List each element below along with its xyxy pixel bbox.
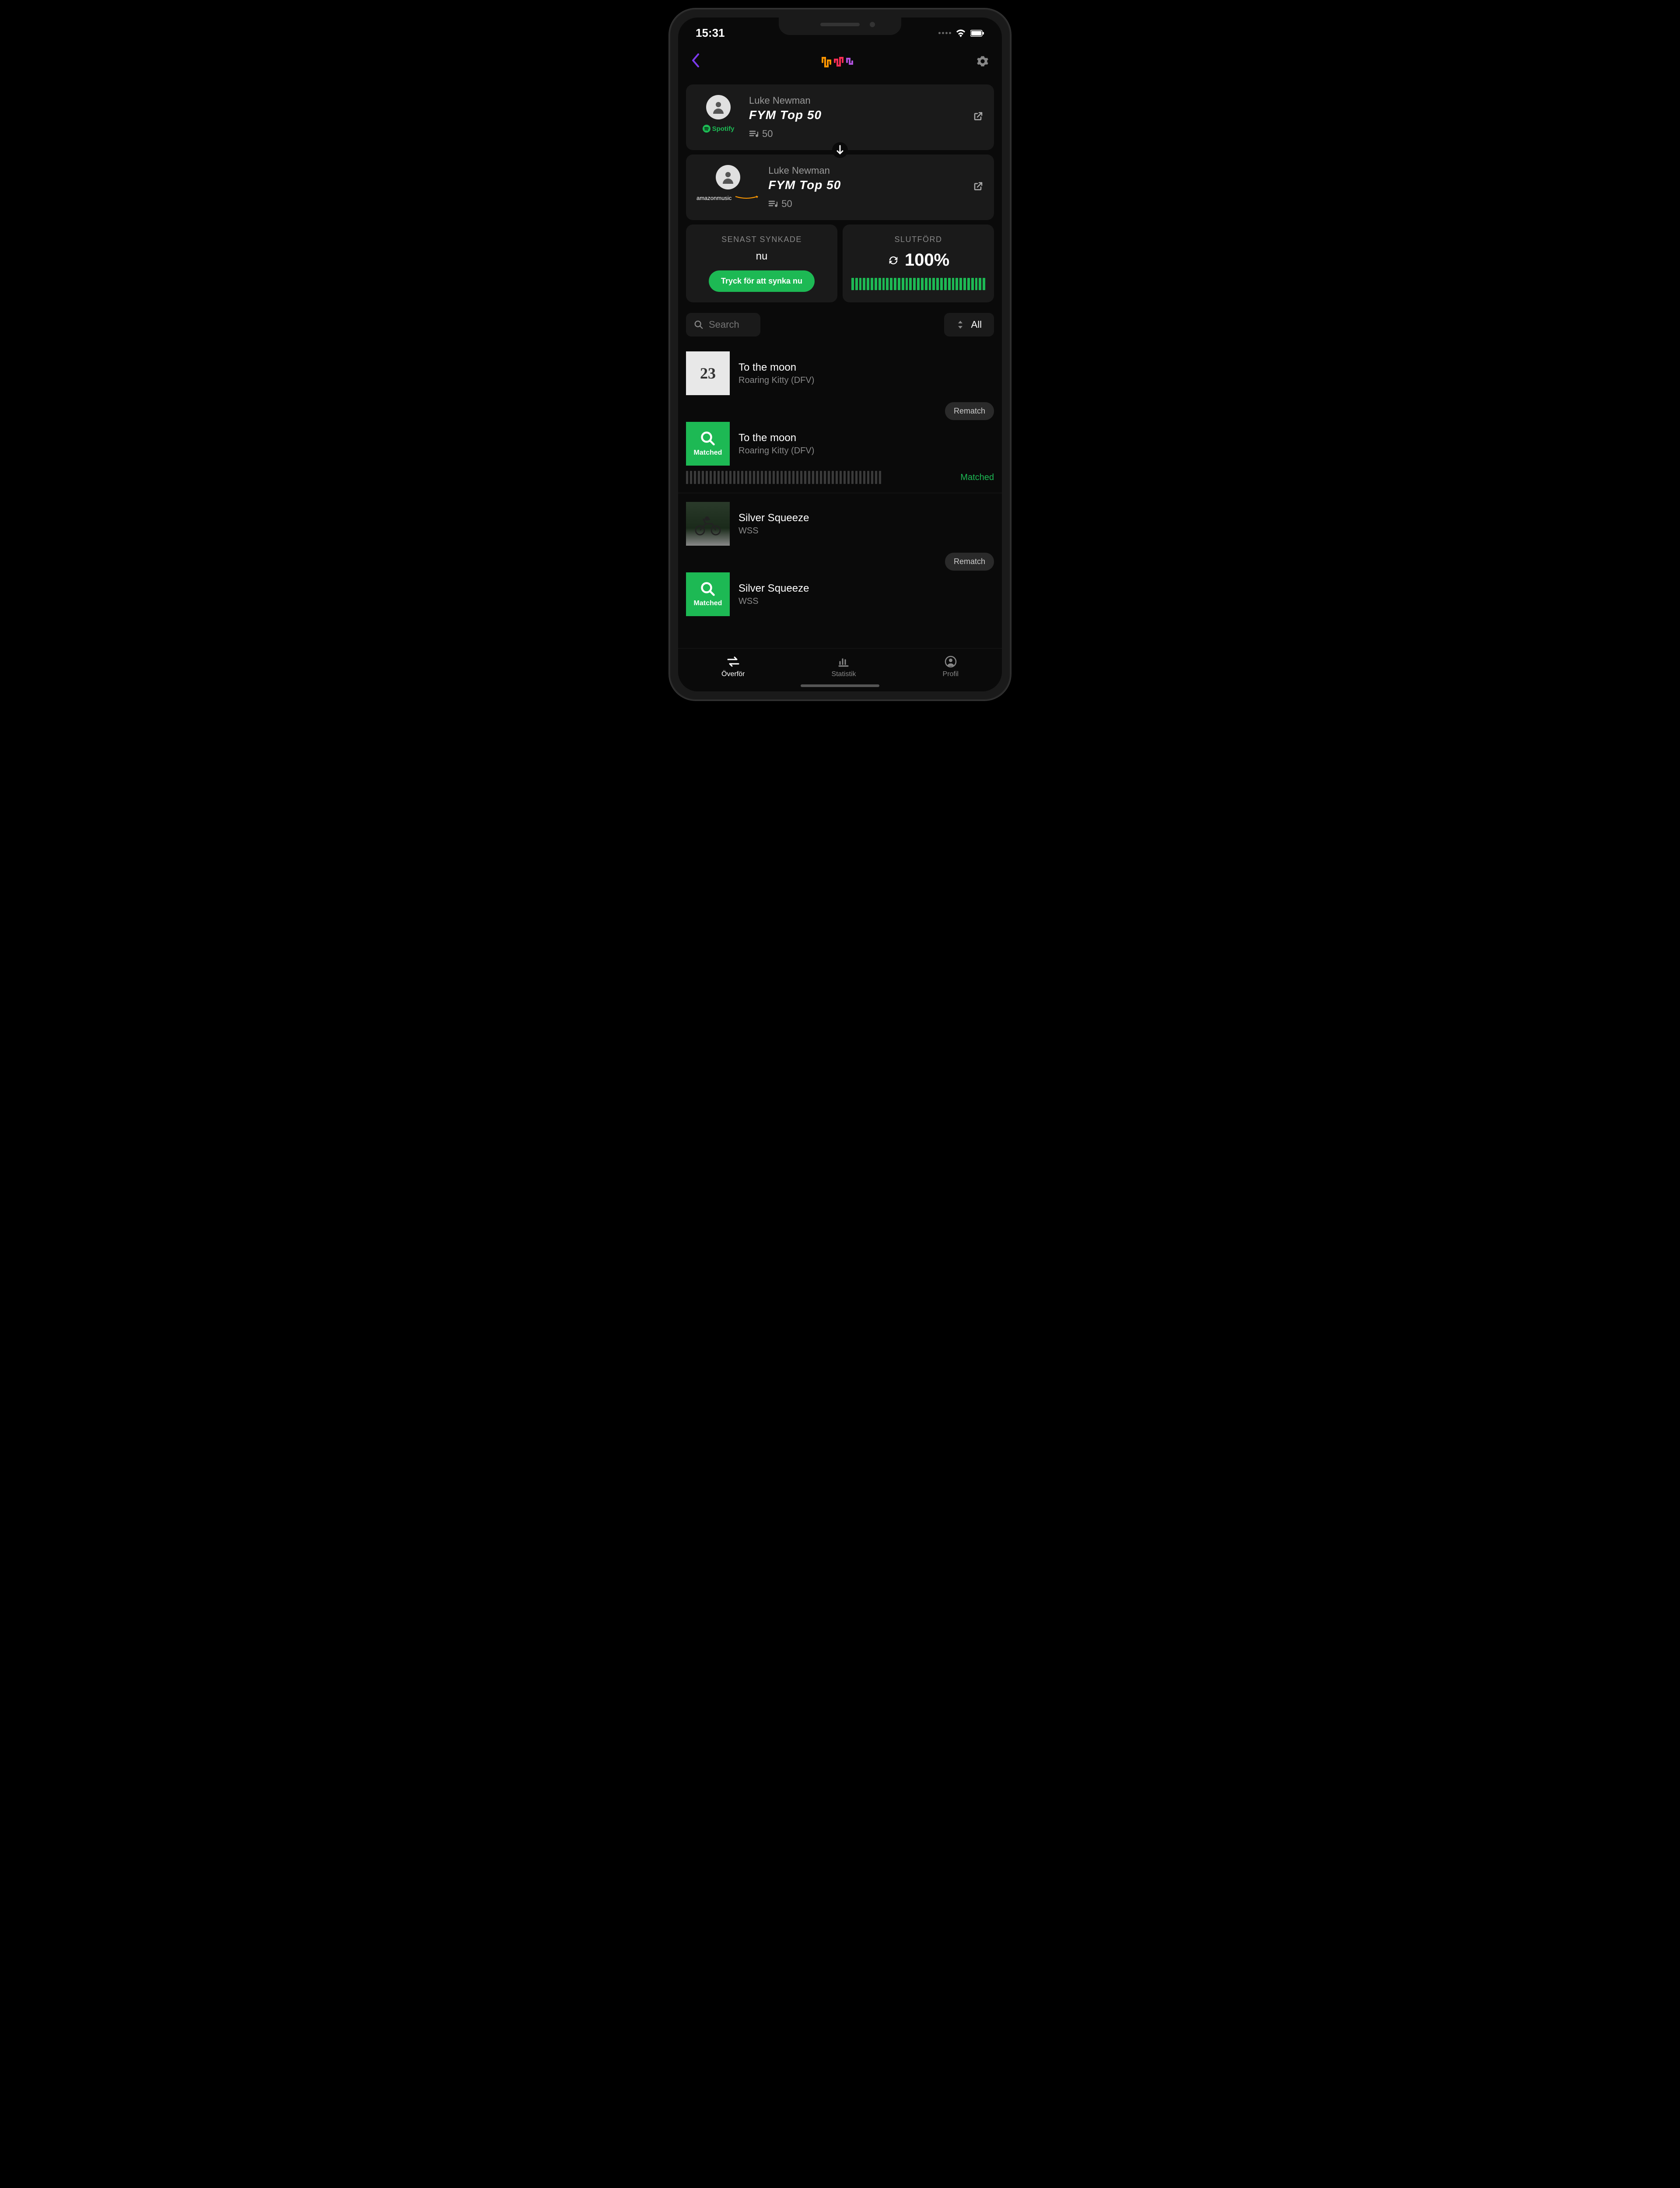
track-title: To the moon bbox=[738, 361, 994, 374]
screen: 15:31 bbox=[678, 18, 1002, 691]
sync-now-button[interactable]: Tryck för att synka nu bbox=[709, 270, 815, 292]
playlist-title: FYM Top 50 bbox=[768, 178, 984, 192]
playlist-count: 50 bbox=[768, 198, 984, 210]
matched-label: Matched bbox=[694, 600, 722, 607]
phone-frame: 15:31 bbox=[669, 9, 1011, 700]
nav-label: Profil bbox=[943, 670, 959, 678]
track-artist: Roaring Kitty (DFV) bbox=[738, 446, 994, 456]
spotify-label: Spotify bbox=[712, 125, 735, 133]
track-row: Silver Squeeze WSS bbox=[686, 502, 994, 546]
rematch-button[interactable]: Rematch bbox=[945, 402, 994, 420]
sort-icon bbox=[956, 320, 964, 330]
album-art bbox=[686, 502, 730, 546]
completion-label: SLUTFÖRD bbox=[851, 235, 985, 244]
waveform-row: Matched bbox=[686, 471, 994, 484]
search-icon bbox=[700, 581, 716, 597]
nav-statistics[interactable]: Statistik bbox=[831, 656, 856, 678]
tracklist-icon bbox=[749, 130, 759, 138]
refresh-icon bbox=[887, 254, 900, 266]
battery-icon bbox=[970, 30, 984, 37]
filter-value: All bbox=[971, 319, 982, 330]
waveform bbox=[686, 471, 952, 484]
track-artist: WSS bbox=[738, 526, 994, 536]
album-art: 23 bbox=[686, 351, 730, 395]
track-row: Matched Silver Squeeze WSS bbox=[686, 572, 994, 616]
search-icon bbox=[700, 431, 716, 446]
track-title: Silver Squeeze bbox=[738, 582, 994, 595]
status-right bbox=[938, 29, 984, 37]
nav-profile[interactable]: Profil bbox=[943, 656, 959, 678]
external-link-button[interactable] bbox=[973, 111, 984, 124]
back-button[interactable] bbox=[691, 53, 700, 71]
track-row: 23 To the moon Roaring Kitty (DFV) bbox=[686, 351, 994, 395]
transfer-icon bbox=[726, 656, 740, 668]
amazon-music-badge: amazonmusic bbox=[696, 195, 760, 201]
rematch-button[interactable]: Rematch bbox=[945, 553, 994, 571]
nav-label: Överför bbox=[721, 670, 745, 678]
playlist-title: FYM Top 50 bbox=[749, 108, 984, 122]
stats-row: SENAST SYNKADE nu Tryck för att synka nu… bbox=[686, 224, 994, 302]
search-filter-row: All bbox=[678, 307, 1002, 343]
profile-icon bbox=[945, 656, 957, 668]
last-synced-card: SENAST SYNKADE nu Tryck för att synka nu bbox=[686, 224, 837, 302]
track-item: 23 To the moon Roaring Kitty (DFV) Remat… bbox=[678, 343, 1002, 493]
notch bbox=[779, 18, 901, 35]
status-time: 15:31 bbox=[696, 26, 725, 40]
avatar bbox=[716, 165, 740, 189]
search-icon bbox=[694, 320, 704, 330]
spotify-badge: Spotify bbox=[703, 125, 735, 133]
completion-value: 100% bbox=[851, 250, 985, 270]
last-synced-value: nu bbox=[695, 250, 829, 263]
search-input[interactable] bbox=[709, 319, 752, 330]
track-artist: WSS bbox=[738, 596, 994, 607]
settings-button[interactable] bbox=[976, 55, 989, 70]
wifi-icon bbox=[956, 29, 966, 37]
filter-dropdown[interactable]: All bbox=[944, 313, 994, 337]
track-title: To the moon bbox=[738, 432, 994, 444]
matched-art: Matched bbox=[686, 572, 730, 616]
avatar bbox=[706, 95, 731, 119]
playlist-count: 50 bbox=[749, 128, 984, 140]
matched-art: Matched bbox=[686, 422, 730, 466]
track-title: Silver Squeeze bbox=[738, 512, 994, 524]
source-playlist-card: Spotify Luke Newman FYM Top 50 50 bbox=[686, 84, 994, 150]
signal-dots-icon bbox=[938, 32, 951, 34]
last-synced-label: SENAST SYNKADE bbox=[695, 235, 829, 244]
tracklist-icon bbox=[768, 200, 778, 208]
completion-card: SLUTFÖRD 100% bbox=[843, 224, 994, 302]
progress-bar bbox=[851, 278, 985, 290]
home-indicator[interactable] bbox=[801, 684, 879, 687]
bottom-nav: Överför Statistik Profil bbox=[678, 648, 1002, 691]
nav-label: Statistik bbox=[831, 670, 856, 678]
top-nav bbox=[678, 44, 1002, 80]
search-box[interactable] bbox=[686, 313, 760, 337]
nav-transfer[interactable]: Överför bbox=[721, 656, 745, 678]
playlist-owner: Luke Newman bbox=[768, 165, 984, 176]
transfer-arrow-icon bbox=[832, 142, 848, 158]
track-artist: Roaring Kitty (DFV) bbox=[738, 375, 994, 386]
match-status: Matched bbox=[960, 473, 994, 483]
dest-playlist-card: amazonmusic Luke Newman FYM Top 50 50 bbox=[686, 154, 994, 220]
chart-icon bbox=[837, 656, 850, 668]
playlist-owner: Luke Newman bbox=[749, 95, 984, 106]
external-link-button[interactable] bbox=[973, 181, 984, 194]
matched-label: Matched bbox=[694, 449, 722, 457]
app-logo bbox=[821, 53, 856, 71]
amazon-swoosh-icon bbox=[733, 195, 760, 201]
track-item: Silver Squeeze WSS Rematch Matched Silve… bbox=[678, 493, 1002, 630]
track-row: Matched To the moon Roaring Kitty (DFV) bbox=[686, 422, 994, 466]
